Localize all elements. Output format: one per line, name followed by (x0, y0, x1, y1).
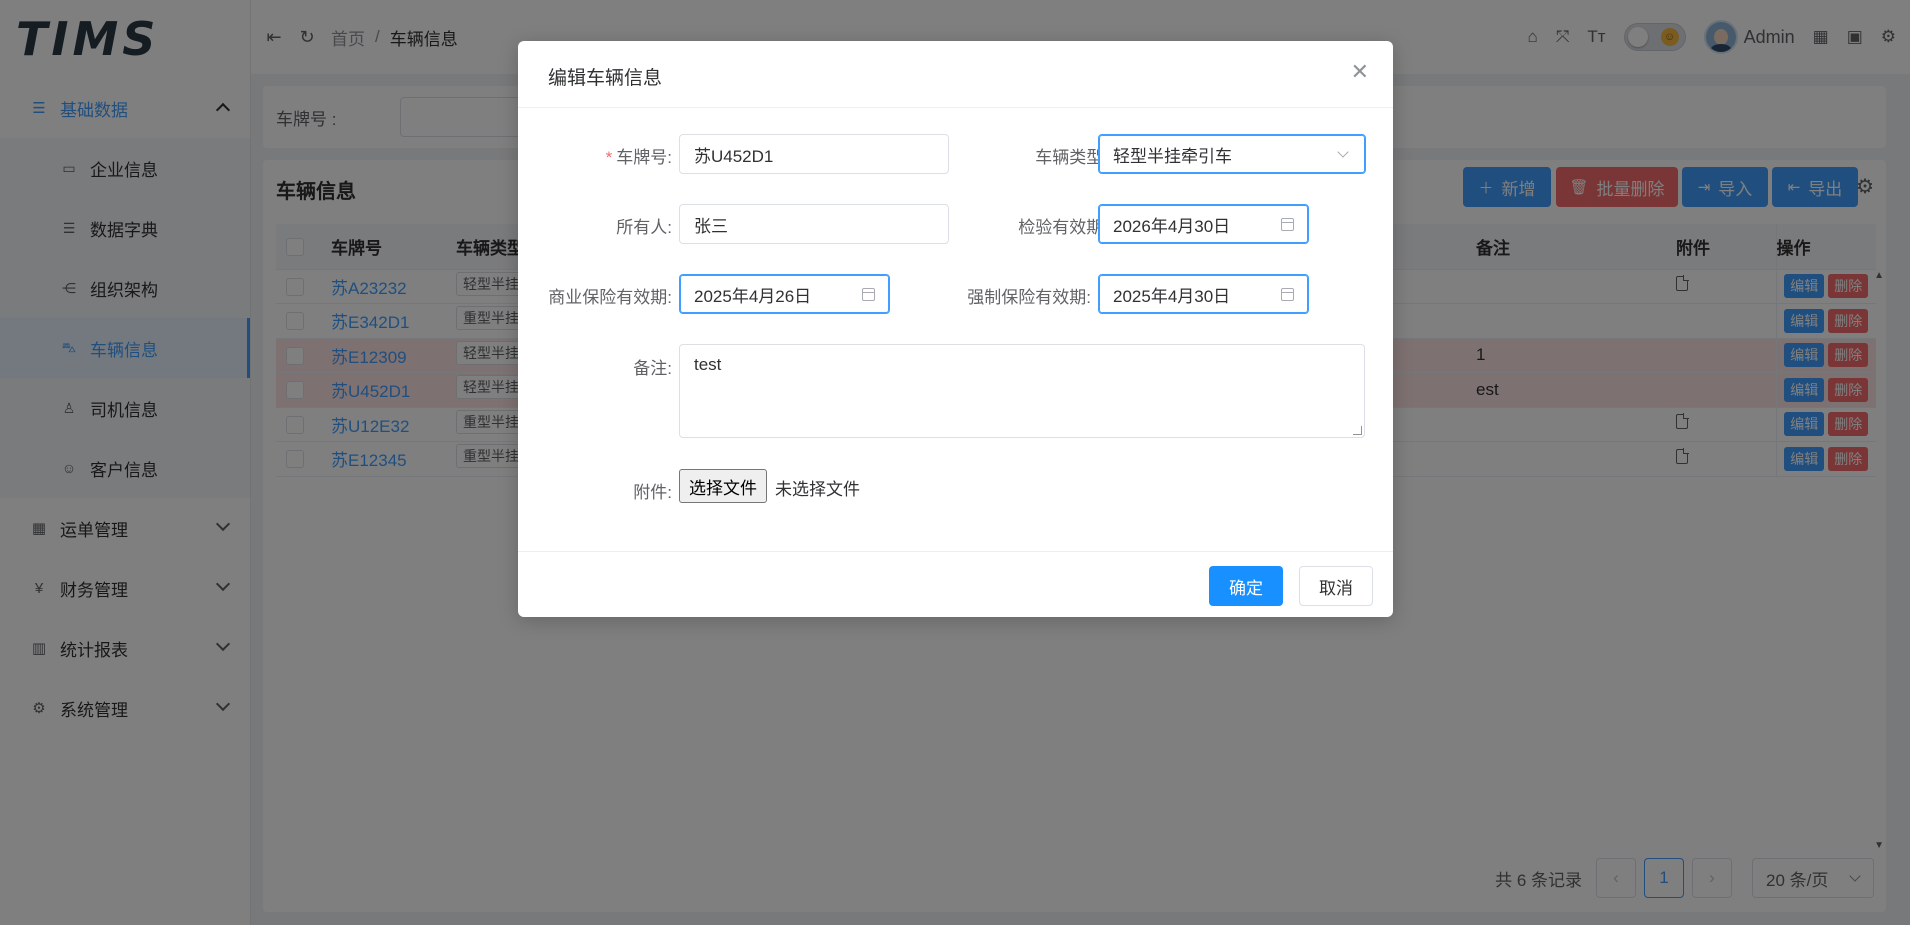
dialog-footer: 确定 取消 (518, 551, 1393, 617)
inspection-expiry-value: 2026年4月30日 (1113, 216, 1231, 236)
inspection-expiry-label: 检验有效期: (1018, 218, 1108, 237)
choose-file-button[interactable]: 选择文件 (679, 469, 767, 503)
remark-value: test (694, 355, 722, 374)
inspection-expiry-datepicker[interactable]: 2026年4月30日 (1098, 204, 1309, 244)
chevron-down-icon (1337, 146, 1349, 158)
required-mark: * (605, 148, 613, 167)
no-file-selected-text: 未选择文件 (775, 480, 860, 499)
remark-field-label: 备注: (633, 359, 672, 378)
commercial-insurance-label: 商业保险有效期: (548, 288, 672, 307)
compulsory-insurance-datepicker[interactable]: 2025年4月30日 (1098, 274, 1309, 314)
plate-input[interactable]: 苏U452D1 (679, 134, 949, 174)
compulsory-insurance-value: 2025年4月30日 (1113, 286, 1231, 306)
dialog-title: 编辑车辆信息 (548, 68, 663, 89)
calendar-icon (862, 288, 875, 301)
commercial-insurance-value: 2025年4月26日 (694, 286, 812, 306)
confirm-button[interactable]: 确定 (1209, 566, 1283, 606)
dialog-header: 编辑车辆信息 ✕ (518, 41, 1393, 108)
compulsory-insurance-label: 强制保险有效期: (967, 288, 1091, 307)
vehicle-type-value: 轻型半挂牵引车 (1113, 146, 1232, 166)
calendar-icon (1281, 218, 1294, 231)
vehicle-type-select[interactable]: 轻型半挂牵引车 (1098, 134, 1366, 174)
remark-textarea[interactable]: test (679, 344, 1365, 438)
commercial-insurance-datepicker[interactable]: 2025年4月26日 (679, 274, 890, 314)
plate-field-label: * 车牌号: (568, 143, 672, 168)
resize-handle-icon[interactable] (1353, 426, 1362, 435)
close-icon[interactable]: ✕ (1351, 61, 1369, 83)
attachment-field-label: 附件: (633, 483, 672, 502)
cancel-button[interactable]: 取消 (1299, 566, 1373, 606)
edit-vehicle-dialog: 编辑车辆信息 ✕ * 车牌号: 苏U452D1 车辆类型: 轻型半挂牵引车 所有人… (518, 41, 1393, 617)
vehicle-type-field-label: 车辆类型: (1035, 148, 1108, 167)
calendar-icon (1281, 288, 1294, 301)
plate-label-text: 车牌号: (616, 148, 672, 167)
owner-input[interactable]: 张三 (679, 204, 949, 244)
owner-field-label: 所有人: (616, 218, 672, 237)
